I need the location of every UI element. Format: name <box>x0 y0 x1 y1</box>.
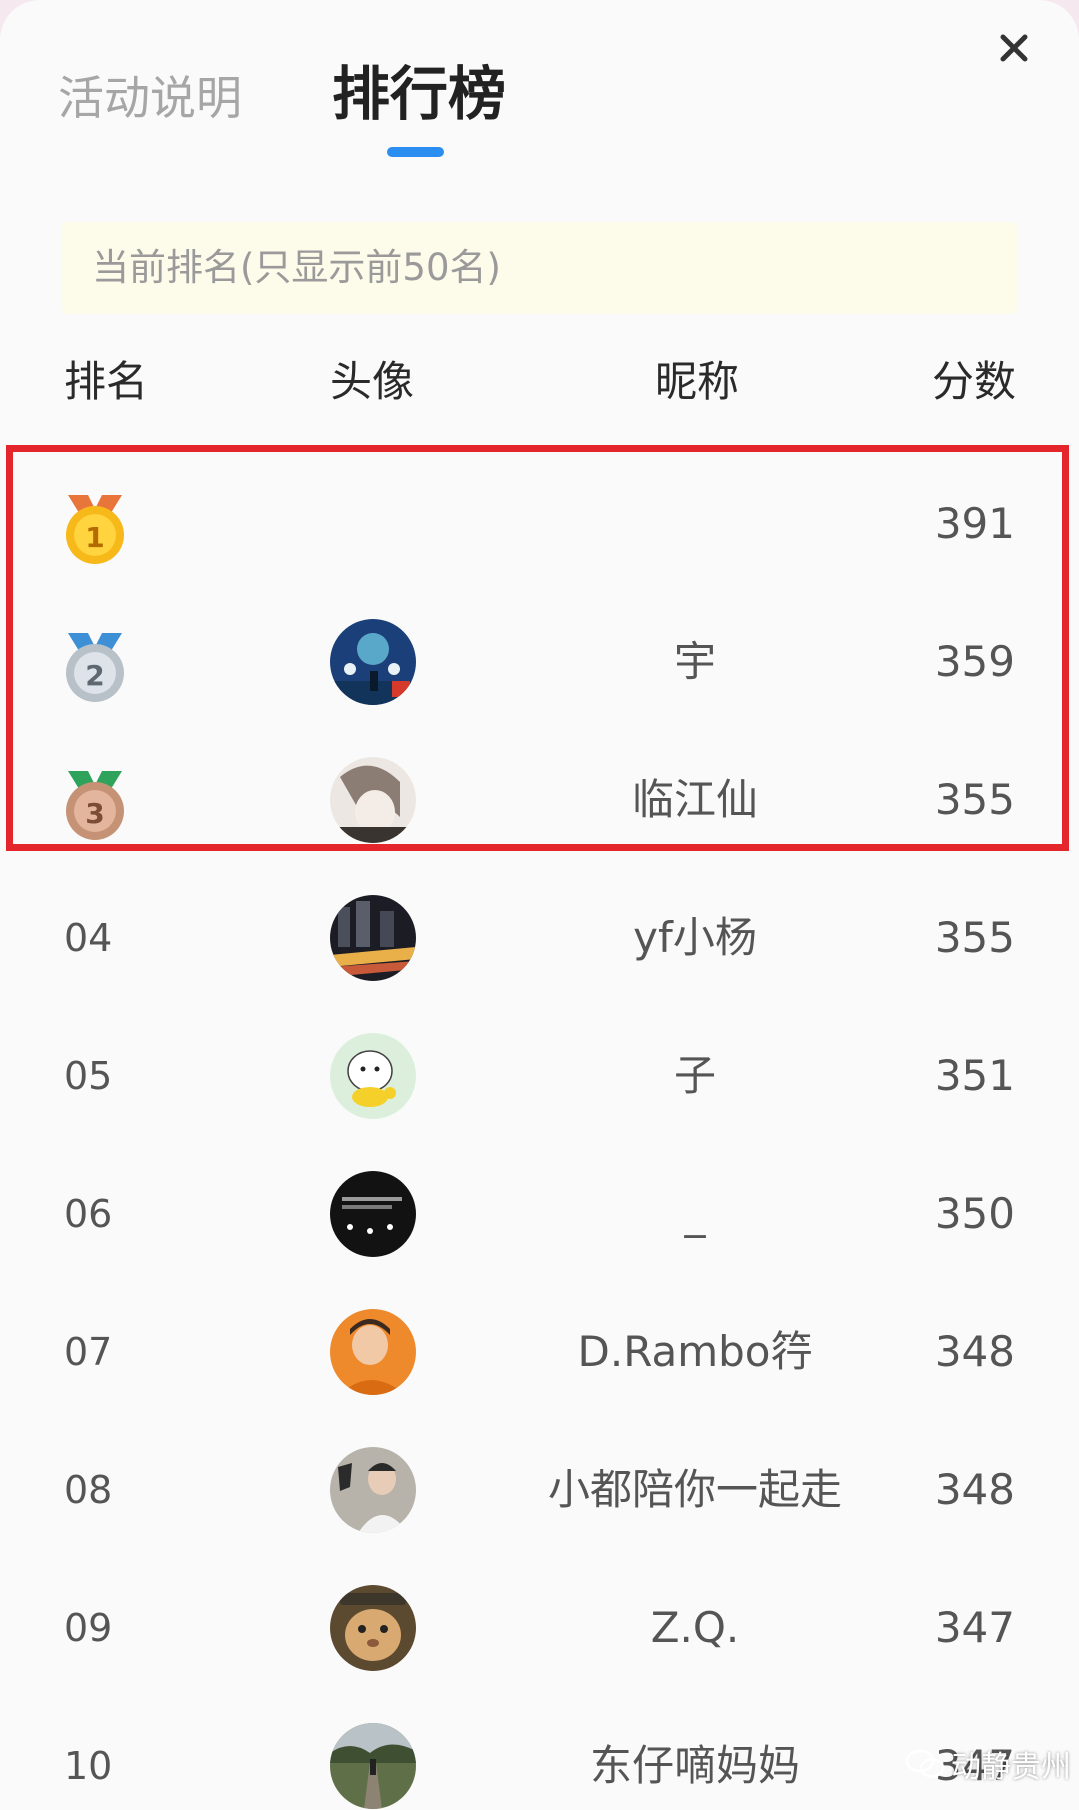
table-row[interactable]: 09 Z.Q. 347 <box>0 1559 1079 1697</box>
table-row[interactable]: 07 D.Rambo筕 348 <box>0 1283 1079 1421</box>
avatar <box>330 1309 416 1395</box>
rank-number: 05 <box>64 1054 113 1098</box>
rank-number: 08 <box>64 1468 113 1512</box>
table-row[interactable]: 04 yf小杨 355 <box>0 869 1079 1007</box>
score: 355 <box>934 775 1015 824</box>
watermark: 动静贵州 <box>905 1742 1071 1786</box>
nickname: Z.Q. <box>650 1603 740 1652</box>
medal-rank: 2 <box>85 658 105 692</box>
avatar <box>330 619 416 705</box>
score: 347 <box>934 1603 1015 1652</box>
score: 348 <box>934 1465 1015 1514</box>
table-row[interactable]: 2 宇 359 <box>0 593 1079 731</box>
medal-rank: 1 <box>85 520 105 554</box>
tab-activity-info[interactable]: 活动说明 <box>58 62 242 134</box>
rank-number: 07 <box>64 1330 113 1374</box>
score: 351 <box>934 1051 1015 1100</box>
rank-number: 10 <box>64 1744 113 1788</box>
avatar <box>330 1033 416 1119</box>
table-row[interactable]: 1 391 <box>0 455 1079 593</box>
rank-number: 06 <box>64 1192 113 1236</box>
score: 355 <box>934 913 1015 962</box>
avatar <box>330 1585 416 1671</box>
table-row[interactable]: 3 临江仙 355 <box>0 731 1079 869</box>
ranking-notice-text: 当前排名(只显示前50名) <box>92 246 501 289</box>
header-nickname: 昵称 <box>655 357 740 406</box>
active-tab-indicator <box>387 147 444 157</box>
score: 348 <box>934 1327 1015 1376</box>
rank-number: 04 <box>64 916 113 960</box>
nickname: 小都陪你一起走 <box>547 1465 842 1514</box>
score: 350 <box>934 1189 1015 1238</box>
score: 391 <box>934 499 1015 548</box>
avatar <box>330 1171 416 1257</box>
table-row[interactable]: 08 小都陪你一起走 348 <box>0 1421 1079 1559</box>
avatar <box>330 1723 416 1809</box>
nickname: D.Rambo筕 <box>577 1327 813 1376</box>
score: 359 <box>934 637 1015 686</box>
table-row[interactable]: 05 子 351 <box>0 1007 1079 1145</box>
nickname: _ <box>684 1189 706 1238</box>
wechat-icon <box>905 1749 945 1778</box>
tab-leaderboard[interactable]: 排行榜 <box>332 58 506 130</box>
ranking-notice: 当前排名(只显示前50名) <box>62 222 1017 314</box>
nickname: 临江仙 <box>631 775 758 824</box>
nickname: yf小杨 <box>633 913 757 962</box>
avatar <box>330 1447 416 1533</box>
avatar <box>330 895 416 981</box>
avatar <box>330 757 416 843</box>
nickname: 子 <box>673 1051 716 1100</box>
header-rank: 排名 <box>64 357 149 406</box>
medal-rank: 3 <box>85 796 105 830</box>
nickname: 东仔嘀妈妈 <box>589 1741 800 1790</box>
header-score: 分数 <box>932 357 1017 406</box>
close-button[interactable] <box>990 24 1038 72</box>
watermark-text: 动静贵州 <box>951 1750 1071 1785</box>
leaderboard-sheet: 活动说明 排行榜 当前排名(只显示前50名) 排名 头像 昵称 分数 1 391… <box>0 0 1079 1810</box>
close-icon <box>1000 34 1028 62</box>
nickname: 宇 <box>673 637 716 686</box>
rank-number: 09 <box>64 1606 113 1650</box>
header-avatar: 头像 <box>330 357 415 406</box>
table-row[interactable]: 06 _ 350 <box>0 1145 1079 1283</box>
